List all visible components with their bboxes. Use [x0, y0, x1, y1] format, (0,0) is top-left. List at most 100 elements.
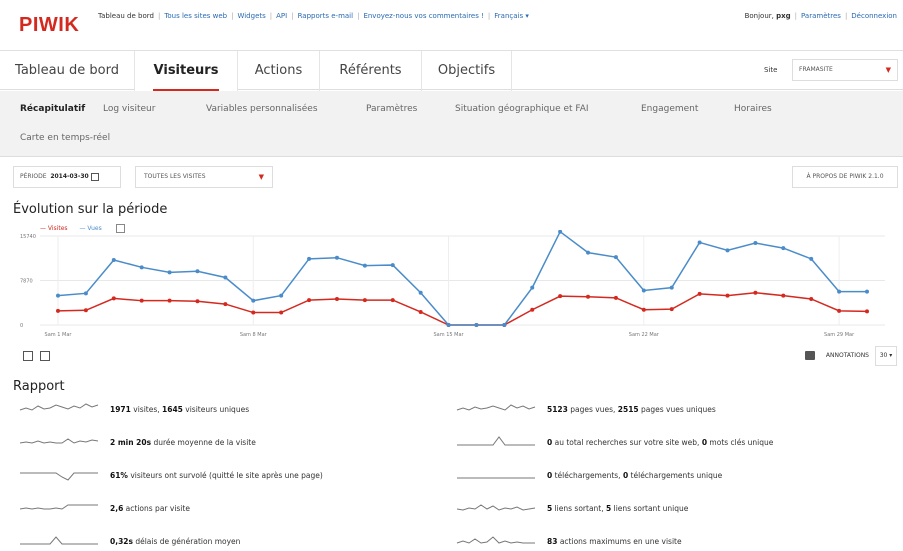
data-point[interactable]	[56, 308, 60, 313]
data-point[interactable]	[586, 294, 591, 299]
data-point[interactable]	[195, 269, 200, 274]
subnav-overview[interactable]: Récapitulatif	[20, 104, 85, 114]
subnav-geolocation[interactable]: Situation géographique et FAI	[455, 104, 589, 114]
data-point[interactable]	[167, 298, 172, 303]
sparkline[interactable]	[455, 468, 537, 484]
subnav-settings[interactable]: Paramètres	[366, 104, 417, 114]
data-point[interactable]	[390, 263, 395, 268]
sparkline[interactable]	[18, 402, 100, 418]
data-point[interactable]	[641, 307, 646, 312]
data-point[interactable]	[753, 241, 758, 246]
top-link[interactable]: Français ▾	[494, 12, 529, 20]
data-point[interactable]	[418, 290, 423, 295]
subnav-custom-variables[interactable]: Variables personnalisées	[206, 104, 318, 114]
data-point[interactable]	[697, 240, 702, 245]
data-point[interactable]	[111, 296, 116, 301]
top-link[interactable]: API	[276, 12, 287, 20]
data-point[interactable]	[725, 293, 730, 298]
data-point[interactable]	[334, 255, 339, 260]
sparkline[interactable]	[455, 501, 537, 517]
subnav-visitor-log[interactable]: Log visiteur	[103, 104, 155, 114]
data-point[interactable]	[530, 307, 535, 312]
data-point[interactable]	[474, 323, 479, 327]
data-point[interactable]	[251, 310, 256, 315]
data-point[interactable]	[251, 298, 256, 303]
data-point[interactable]	[334, 296, 339, 301]
data-point[interactable]	[725, 248, 730, 253]
data-point[interactable]	[669, 307, 674, 312]
top-link[interactable]: Tableau de bord	[98, 12, 154, 20]
data-point[interactable]	[865, 289, 869, 294]
period-selector[interactable]: PÉRIODE 2014-03-30	[13, 166, 121, 188]
data-point[interactable]	[613, 295, 618, 300]
top-link[interactable]: Rapports e-mail	[298, 12, 354, 20]
data-point[interactable]	[837, 308, 842, 313]
data-point[interactable]	[390, 298, 395, 303]
tab-actions[interactable]: Actions	[238, 51, 320, 91]
data-point[interactable]	[530, 285, 535, 290]
data-point[interactable]	[279, 293, 284, 298]
data-point[interactable]	[167, 270, 172, 275]
settings-link[interactable]: Paramètres	[801, 12, 841, 20]
data-point[interactable]	[56, 293, 60, 298]
data-point[interactable]	[781, 246, 786, 251]
data-point[interactable]	[641, 288, 646, 293]
sparkline[interactable]	[18, 501, 100, 517]
data-point[interactable]	[83, 308, 88, 313]
data-point[interactable]	[139, 265, 144, 270]
data-point[interactable]	[223, 275, 228, 280]
sparkline[interactable]	[18, 534, 100, 550]
sparkline[interactable]	[455, 534, 537, 550]
calendar-icon	[90, 172, 99, 181]
data-point[interactable]	[362, 298, 367, 303]
site-selector[interactable]: FRAMASITE ▼	[792, 59, 898, 81]
data-point[interactable]	[781, 293, 786, 298]
data-point[interactable]	[502, 323, 507, 327]
data-point[interactable]	[753, 290, 758, 295]
data-point[interactable]	[307, 298, 312, 303]
data-point[interactable]	[362, 263, 367, 268]
data-point[interactable]	[139, 298, 144, 303]
subnav-engagement[interactable]: Engagement	[641, 104, 698, 114]
tab-visitors[interactable]: Visiteurs	[135, 51, 238, 92]
sparkline[interactable]	[18, 435, 100, 451]
top-link[interactable]: Widgets	[237, 12, 265, 20]
tab-dashboard[interactable]: Tableau de bord	[0, 51, 135, 91]
sparkline[interactable]	[455, 435, 537, 451]
tab-goals[interactable]: Objectifs	[422, 51, 512, 91]
data-point[interactable]	[586, 250, 591, 255]
about-piwik-button[interactable]: À PROPOS DE PIWIK 2.1.0	[792, 166, 898, 188]
sparkline-path	[19, 504, 98, 510]
data-point[interactable]	[195, 299, 200, 304]
data-point[interactable]	[809, 296, 814, 301]
subnav-realtime-map[interactable]: Carte en temps-réel	[20, 133, 110, 143]
data-point[interactable]	[83, 291, 88, 296]
annotations-icon[interactable]	[805, 351, 815, 360]
data-point[interactable]	[613, 255, 618, 260]
export-icon[interactable]	[23, 351, 33, 361]
data-point[interactable]	[418, 309, 423, 314]
period-limit-select[interactable]: 30 ▾	[875, 346, 897, 366]
data-point[interactable]	[111, 257, 116, 262]
top-link[interactable]: Tous les sites web	[164, 12, 227, 20]
data-point[interactable]	[446, 323, 451, 327]
data-point[interactable]	[809, 256, 814, 261]
sparkline[interactable]	[455, 402, 537, 418]
data-point[interactable]	[307, 256, 312, 261]
top-link[interactable]: Envoyez-nous vos commentaires !	[363, 12, 483, 20]
data-point[interactable]	[697, 291, 702, 296]
sparkline[interactable]	[18, 468, 100, 484]
segment-selector[interactable]: TOUTES LES VISITES ▼	[135, 166, 273, 188]
data-point[interactable]	[837, 289, 842, 294]
subnav-times[interactable]: Horaires	[734, 104, 772, 114]
annotations-link[interactable]: ANNOTATIONS	[826, 352, 869, 359]
data-point[interactable]	[279, 310, 284, 315]
data-point[interactable]	[558, 294, 563, 299]
data-point[interactable]	[669, 285, 674, 290]
tab-referrers[interactable]: Référents	[320, 51, 422, 91]
main-nav: Tableau de bord Visiteurs Actions Référe…	[0, 50, 903, 92]
logout-link[interactable]: Déconnexion	[851, 12, 897, 20]
data-point[interactable]	[223, 302, 228, 307]
image-icon[interactable]	[40, 351, 50, 361]
data-point[interactable]	[865, 309, 869, 314]
